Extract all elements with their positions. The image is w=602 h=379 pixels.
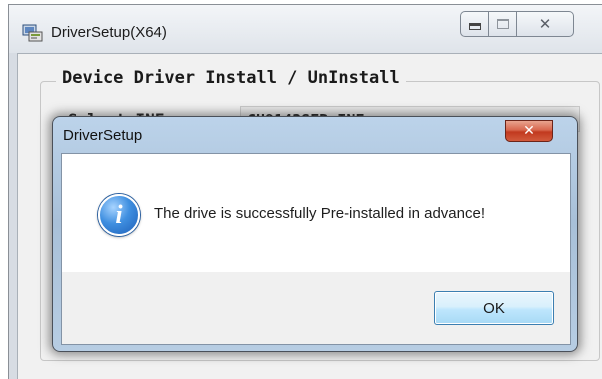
minimize-button[interactable] [460,11,488,37]
close-button[interactable]: ✕ [516,11,574,37]
close-icon: ✕ [523,123,535,139]
maximize-button[interactable] [488,11,516,37]
ok-button[interactable]: OK [434,291,554,325]
group-title: Device Driver Install / UnInstall [56,68,406,88]
caption-buttons: ✕ [460,11,600,37]
dialog-content: i The drive is successfully Pre-installe… [61,153,571,345]
dialog-body: i The drive is successfully Pre-installe… [62,154,570,272]
window-title: DriverSetup(X64) [51,24,167,41]
main-titlebar[interactable]: DriverSetup(X64) ✕ [9,5,602,53]
close-icon: ✕ [538,15,552,33]
dialog-close-button[interactable]: ✕ [505,120,553,142]
message-dialog: DriverSetup ✕ i The drive is successfull… [52,116,578,352]
maximize-icon [496,19,509,29]
dialog-message: The drive is successfully Pre-installed … [154,205,485,222]
dialog-titlebar[interactable]: DriverSetup ✕ [53,117,577,153]
dialog-title: DriverSetup [63,127,143,144]
setup-app-icon [22,24,43,42]
info-icon: i [98,194,140,236]
minimize-icon [468,22,481,30]
